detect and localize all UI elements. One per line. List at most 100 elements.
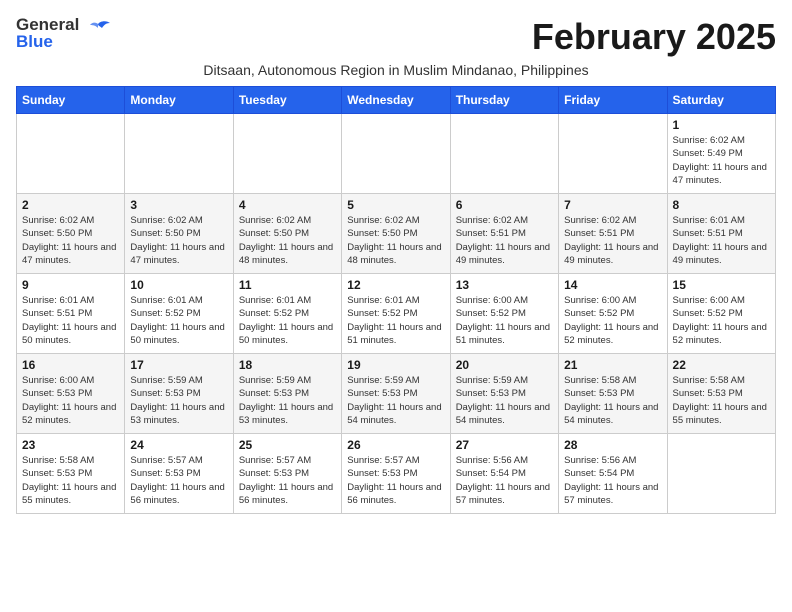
calendar-cell: 27 Sunrise: 5:56 AMSunset: 5:54 PMDayligh… — [450, 434, 558, 514]
calendar-cell — [450, 114, 558, 194]
day-number: 8 — [673, 198, 770, 212]
calendar-cell: 3 Sunrise: 6:02 AMSunset: 5:50 PMDaylight… — [125, 194, 233, 274]
calendar-cell: 28 Sunrise: 5:56 AMSunset: 5:54 PMDayligh… — [559, 434, 667, 514]
day-number: 20 — [456, 358, 553, 372]
calendar-table: SundayMondayTuesdayWednesdayThursdayFrid… — [16, 86, 776, 514]
calendar-cell: 21 Sunrise: 5:58 AMSunset: 5:53 PMDayligh… — [559, 354, 667, 434]
day-info: Sunrise: 5:59 AMSunset: 5:53 PMDaylight:… — [456, 374, 553, 427]
calendar-cell: 2Sunrise: 6:02 AMSunset: 5:50 PMDaylight… — [17, 194, 125, 274]
calendar-cell: 14 Sunrise: 6:00 AMSunset: 5:52 PMDayligh… — [559, 274, 667, 354]
day-of-week-header: Tuesday — [233, 87, 341, 114]
day-number: 24 — [130, 438, 227, 452]
day-number: 11 — [239, 278, 336, 292]
calendar-cell: 18 Sunrise: 5:59 AMSunset: 5:53 PMDayligh… — [233, 354, 341, 434]
calendar-cell: 5 Sunrise: 6:02 AMSunset: 5:50 PMDaylight… — [342, 194, 450, 274]
day-number: 10 — [130, 278, 227, 292]
day-info: Sunrise: 5:58 AMSunset: 5:53 PMDaylight:… — [564, 374, 661, 427]
day-number: 3 — [130, 198, 227, 212]
day-number: 28 — [564, 438, 661, 452]
day-number: 12 — [347, 278, 444, 292]
calendar-cell: 16 Sunrise: 6:00 AMSunset: 5:53 PMDayligh… — [17, 354, 125, 434]
calendar-cell: 24 Sunrise: 5:57 AMSunset: 5:53 PMDayligh… — [125, 434, 233, 514]
day-info: Sunrise: 5:59 AMSunset: 5:53 PMDaylight:… — [130, 374, 227, 427]
day-info: Sunrise: 6:02 AMSunset: 5:51 PMDaylight:… — [564, 214, 661, 267]
day-number: 18 — [239, 358, 336, 372]
day-info: Sunrise: 6:00 AMSunset: 5:52 PMDaylight:… — [564, 294, 661, 347]
day-info: Sunrise: 6:02 AMSunset: 5:50 PMDaylight:… — [347, 214, 444, 267]
day-number: 23 — [22, 438, 119, 452]
day-info: Sunrise: 6:01 AMSunset: 5:51 PMDaylight:… — [673, 214, 770, 267]
calendar-cell: 1Sunrise: 6:02 AMSunset: 5:49 PMDaylight… — [667, 114, 775, 194]
calendar-cell — [17, 114, 125, 194]
day-of-week-header: Monday — [125, 87, 233, 114]
day-number: 22 — [673, 358, 770, 372]
day-number: 9 — [22, 278, 119, 292]
calendar-cell — [559, 114, 667, 194]
calendar-cell: 25 Sunrise: 5:57 AMSunset: 5:53 PMDayligh… — [233, 434, 341, 514]
day-number: 27 — [456, 438, 553, 452]
day-number: 2 — [22, 198, 119, 212]
day-info: Sunrise: 6:00 AMSunset: 5:53 PMDaylight:… — [22, 374, 119, 427]
day-of-week-header: Saturday — [667, 87, 775, 114]
logo: General Blue — [16, 16, 112, 50]
calendar-cell — [233, 114, 341, 194]
calendar-cell: 15 Sunrise: 6:00 AMSunset: 5:52 PMDayligh… — [667, 274, 775, 354]
calendar-cell: 20 Sunrise: 5:59 AMSunset: 5:53 PMDayligh… — [450, 354, 558, 434]
day-number: 7 — [564, 198, 661, 212]
calendar-cell: 19Sunrise: 5:59 AMSunset: 5:53 PMDayligh… — [342, 354, 450, 434]
day-info: Sunrise: 5:58 AMSunset: 5:53 PMDaylight:… — [22, 454, 119, 507]
calendar-cell: 22 Sunrise: 5:58 AMSunset: 5:53 PMDayligh… — [667, 354, 775, 434]
day-of-week-header: Wednesday — [342, 87, 450, 114]
calendar-cell: 26Sunrise: 5:57 AMSunset: 5:53 PMDayligh… — [342, 434, 450, 514]
day-number: 26 — [347, 438, 444, 452]
logo-bird-icon — [84, 20, 112, 42]
day-number: 16 — [22, 358, 119, 372]
day-number: 14 — [564, 278, 661, 292]
calendar-cell: 13 Sunrise: 6:00 AMSunset: 5:52 PMDayligh… — [450, 274, 558, 354]
calendar-cell: 7 Sunrise: 6:02 AMSunset: 5:51 PMDaylight… — [559, 194, 667, 274]
day-info: Sunrise: 6:01 AMSunset: 5:52 PMDaylight:… — [347, 294, 444, 347]
calendar-cell: 9 Sunrise: 6:01 AMSunset: 5:51 PMDaylight… — [17, 274, 125, 354]
day-info: Sunrise: 6:01 AMSunset: 5:52 PMDaylight:… — [130, 294, 227, 347]
calendar-cell — [125, 114, 233, 194]
calendar-cell: 12 Sunrise: 6:01 AMSunset: 5:52 PMDayligh… — [342, 274, 450, 354]
calendar-cell: 17 Sunrise: 5:59 AMSunset: 5:53 PMDayligh… — [125, 354, 233, 434]
day-number: 6 — [456, 198, 553, 212]
day-info: Sunrise: 5:57 AMSunset: 5:53 PMDaylight:… — [239, 454, 336, 507]
day-number: 17 — [130, 358, 227, 372]
day-info: Sunrise: 5:59 AMSunset: 5:53 PMDaylight:… — [239, 374, 336, 427]
day-info: Sunrise: 6:00 AMSunset: 5:52 PMDaylight:… — [673, 294, 770, 347]
day-number: 21 — [564, 358, 661, 372]
calendar-cell: 6 Sunrise: 6:02 AMSunset: 5:51 PMDaylight… — [450, 194, 558, 274]
day-number: 15 — [673, 278, 770, 292]
day-of-week-header: Friday — [559, 87, 667, 114]
day-info: Sunrise: 6:02 AMSunset: 5:49 PMDaylight:… — [673, 134, 770, 187]
day-number: 13 — [456, 278, 553, 292]
day-number: 5 — [347, 198, 444, 212]
day-info: Sunrise: 6:02 AMSunset: 5:50 PMDaylight:… — [130, 214, 227, 267]
day-info: Sunrise: 5:56 AMSunset: 5:54 PMDaylight:… — [456, 454, 553, 507]
logo-blue: Blue — [16, 33, 79, 50]
day-info: Sunrise: 6:00 AMSunset: 5:52 PMDaylight:… — [456, 294, 553, 347]
calendar-cell — [667, 434, 775, 514]
day-info: Sunrise: 6:01 AMSunset: 5:51 PMDaylight:… — [22, 294, 119, 347]
calendar-cell: 4 Sunrise: 6:02 AMSunset: 5:50 PMDaylight… — [233, 194, 341, 274]
day-info: Sunrise: 6:02 AMSunset: 5:51 PMDaylight:… — [456, 214, 553, 267]
day-number: 4 — [239, 198, 336, 212]
calendar-cell — [342, 114, 450, 194]
day-info: Sunrise: 5:57 AMSunset: 5:53 PMDaylight:… — [130, 454, 227, 507]
calendar-cell: 8 Sunrise: 6:01 AMSunset: 5:51 PMDaylight… — [667, 194, 775, 274]
day-of-week-header: Thursday — [450, 87, 558, 114]
logo-general: General — [16, 16, 79, 33]
month-title: February 2025 — [532, 16, 776, 58]
day-number: 25 — [239, 438, 336, 452]
location-title: Ditsaan, Autonomous Region in Muslim Min… — [16, 62, 776, 78]
calendar-cell: 11 Sunrise: 6:01 AMSunset: 5:52 PMDayligh… — [233, 274, 341, 354]
day-info: Sunrise: 6:01 AMSunset: 5:52 PMDaylight:… — [239, 294, 336, 347]
day-info: Sunrise: 6:02 AMSunset: 5:50 PMDaylight:… — [239, 214, 336, 267]
day-of-week-header: Sunday — [17, 87, 125, 114]
day-info: Sunrise: 5:59 AMSunset: 5:53 PMDaylight:… — [347, 374, 444, 427]
day-info: Sunrise: 5:56 AMSunset: 5:54 PMDaylight:… — [564, 454, 661, 507]
calendar-cell: 23 Sunrise: 5:58 AMSunset: 5:53 PMDayligh… — [17, 434, 125, 514]
day-info: Sunrise: 5:58 AMSunset: 5:53 PMDaylight:… — [673, 374, 770, 427]
